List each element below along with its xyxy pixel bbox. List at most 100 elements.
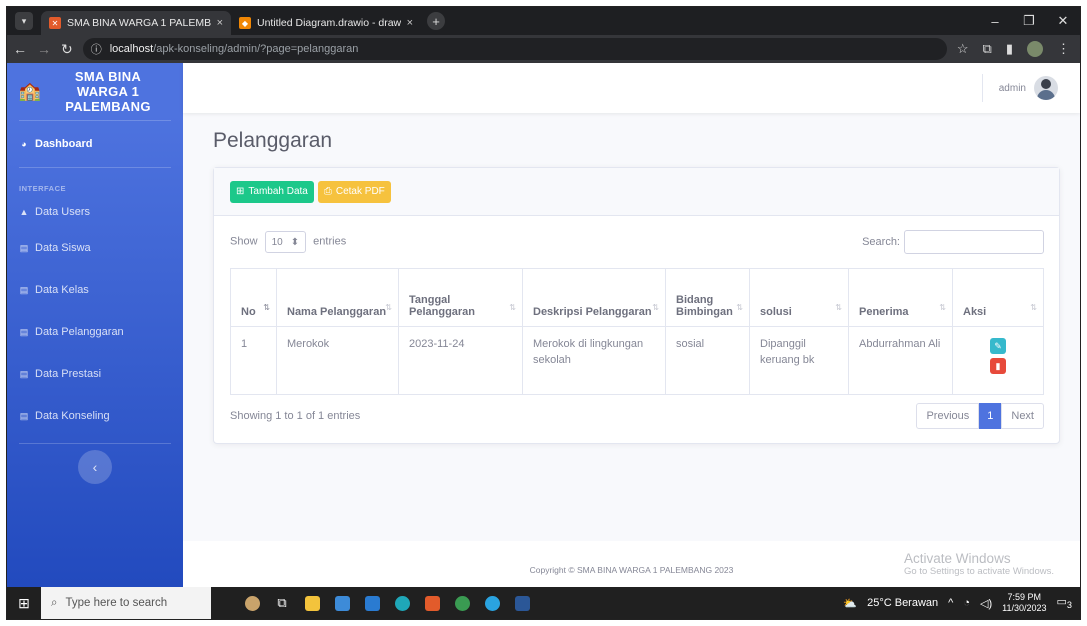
next-button[interactable]: Next	[1001, 403, 1044, 429]
date: 11/30/2023	[1002, 603, 1047, 613]
column-header[interactable]: Tanggal Pelanggaran ⇅	[398, 268, 523, 327]
entries-select[interactable]: 10 ⬍	[264, 231, 307, 253]
weather-icon[interactable]: ⛅	[843, 597, 857, 610]
entries-label: entries	[313, 235, 347, 248]
menu-kebab-icon[interactable]: ⋮	[1057, 41, 1070, 57]
add-data-button[interactable]: ⊞ Tambah Data	[230, 180, 314, 203]
store-icon[interactable]	[327, 591, 357, 615]
search-input[interactable]	[904, 230, 1044, 254]
site-info-icon[interactable]: ⓘ	[91, 41, 102, 57]
print-pdf-button[interactable]: ⎙ Cetak PDF	[317, 180, 391, 203]
sidepanel-icon[interactable]: ▮	[1006, 41, 1013, 57]
column-header[interactable]: Bidang Bimbingan ⇅	[665, 268, 750, 327]
task-view-icon[interactable]: ⧉	[267, 591, 297, 615]
sidebar-item-users[interactable]: ▲ Data Users	[7, 197, 183, 227]
telegram-icon[interactable]	[477, 591, 507, 615]
network-icon[interactable]: ◔	[963, 597, 970, 609]
cortana-character-icon[interactable]	[237, 591, 267, 615]
file-icon: ▤	[19, 284, 29, 295]
cell-penerima: Abdurrahman Ali	[848, 326, 953, 395]
sidebar-item-dashboard[interactable]: ◕ Dashboard	[7, 127, 183, 161]
sidebar-item-pelanggaran[interactable]: ▤ Data Pelanggaran	[7, 311, 183, 353]
sidebar-item-prestasi[interactable]: ▤ Data Prestasi	[7, 353, 183, 395]
sidebar-item-kelas[interactable]: ▤ Data Kelas	[7, 269, 183, 311]
sidebar-item-label: Data Prestasi	[35, 368, 102, 380]
delete-button[interactable]: ▮	[990, 358, 1006, 374]
system-tray: ⛅ 25°C Berawan ^ ◔ ◁) 7:59 PM 11/30/2023…	[843, 587, 1080, 619]
taskbar-apps: ⧉	[237, 591, 537, 615]
file-explorer-icon[interactable]	[297, 591, 327, 615]
cell-bidang: sosial	[665, 326, 750, 395]
mail-icon[interactable]	[357, 591, 387, 615]
column-header[interactable]: Penerima ⇅	[848, 268, 953, 327]
close-window-icon[interactable]: ✕	[1046, 13, 1080, 29]
footer: Copyright © SMA BINA WARGA 1 PALEMBANG 2…	[183, 541, 1080, 587]
tab-search-icon[interactable]: ▾	[15, 12, 33, 30]
browser-toolbar-actions: ☆ ⧉ ▮ ⋮	[957, 41, 1074, 57]
topbar-divider	[981, 74, 983, 102]
xampp-icon[interactable]	[417, 591, 447, 615]
page-1-button[interactable]: 1	[979, 403, 1002, 429]
sidebar-item-siswa[interactable]: ▤ Data Siswa	[7, 227, 183, 269]
page-title: Pelanggaran	[213, 129, 333, 152]
url-field[interactable]: ⓘ localhost/apk-konseling/admin/?page=pe…	[82, 38, 947, 60]
column-label: Tanggal Pelanggaran	[409, 294, 476, 318]
pelanggaran-table: No ⇅ Nama Pelanggaran ⇅ Tanggal Pelanggara…	[230, 268, 1044, 395]
activate-title: Activate Windows	[904, 551, 1011, 566]
windows-start-icon[interactable]: ⊞	[7, 595, 41, 612]
extensions-icon[interactable]: ⧉	[983, 41, 992, 57]
add-data-label: Tambah Data	[248, 186, 308, 197]
sidebar-brand[interactable]: 🏫 SMA BINA WARGA 1 PALEMBANG	[7, 63, 183, 120]
card-body: Show 10 ⬍ entries Search: No ⇅ Nama Pela…	[214, 216, 1059, 443]
reload-icon[interactable]: ↻	[61, 41, 73, 58]
minimize-icon[interactable]: –	[978, 14, 1012, 29]
card-header: ⊞ Tambah Data ⎙ Cetak PDF	[214, 168, 1059, 216]
column-header[interactable]: No ⇅	[230, 268, 277, 327]
tab-close-icon[interactable]: ×	[217, 17, 223, 29]
column-header[interactable]: Deskripsi Pelanggaran ⇅	[522, 268, 666, 327]
edge-icon[interactable]	[387, 591, 417, 615]
weather-text[interactable]: 25°C Berawan	[867, 597, 938, 609]
back-icon[interactable]: ←	[13, 41, 27, 57]
table-controls: Show 10 ⬍ entries Search:	[230, 230, 1044, 254]
sidebar-divider	[19, 443, 171, 444]
word-icon[interactable]	[507, 591, 537, 615]
clock[interactable]: 7:59 PM 11/30/2023	[1002, 592, 1046, 614]
browser-tab-active[interactable]: ✕ SMA BINA WARGA 1 PALEMBANG ×	[41, 11, 231, 35]
sort-icon: ⇅	[652, 303, 659, 312]
column-label: Deskripsi Pelanggaran	[533, 306, 652, 318]
sidebar-item-konseling[interactable]: ▤ Data Konseling	[7, 395, 183, 437]
browser-tab-drawio[interactable]: ◆ Untitled Diagram.drawio - draw.io ×	[231, 11, 421, 35]
restore-icon[interactable]: ❐	[1012, 13, 1046, 29]
volume-icon[interactable]: ◁)	[980, 597, 992, 610]
page-content: Pelanggaran ⊞ Tambah Data ⎙ Cetak PDF Sh…	[183, 113, 1080, 444]
new-tab-button[interactable]: +	[427, 12, 445, 30]
forward-icon[interactable]: →	[37, 41, 51, 57]
avatar-body	[1037, 90, 1055, 100]
chrome-icon[interactable]	[447, 591, 477, 615]
tab-close-icon[interactable]: ×	[407, 17, 413, 29]
notifications-icon[interactable]: ▭3	[1057, 595, 1073, 610]
print-pdf-label: Cetak PDF	[335, 186, 385, 197]
sidebar-toggle-button[interactable]: ‹	[78, 450, 112, 484]
tray-chevron-icon[interactable]: ^	[948, 597, 953, 609]
user-avatar[interactable]	[1034, 76, 1058, 100]
column-header[interactable]: Nama Pelanggaran ⇅	[276, 268, 399, 327]
column-header[interactable]: solusi ⇅	[749, 268, 849, 327]
edit-button[interactable]: ✎	[990, 338, 1006, 354]
user-name[interactable]: admin	[999, 83, 1026, 94]
pagination: Previous 1 Next	[916, 403, 1044, 429]
column-label: solusi	[760, 306, 792, 318]
taskbar-search-box[interactable]: ⌕ Type here to search	[41, 587, 211, 619]
cell-solusi: Dipanggil keruang bk	[749, 326, 849, 395]
cell-deskripsi: Merokok di lingkungan sekolah	[522, 326, 666, 395]
bookmark-star-icon[interactable]: ☆	[957, 41, 969, 57]
show-label: Show	[230, 235, 258, 248]
taskbar-search-placeholder: Type here to search	[65, 597, 168, 609]
profile-avatar[interactable]	[1027, 41, 1043, 57]
previous-button[interactable]: Previous	[916, 403, 980, 429]
search-control: Search:	[862, 230, 1044, 254]
topbar: admin	[183, 63, 1080, 113]
window-controls: – ❐ ✕	[978, 7, 1080, 35]
column-header[interactable]: Aksi ⇅	[952, 268, 1044, 327]
